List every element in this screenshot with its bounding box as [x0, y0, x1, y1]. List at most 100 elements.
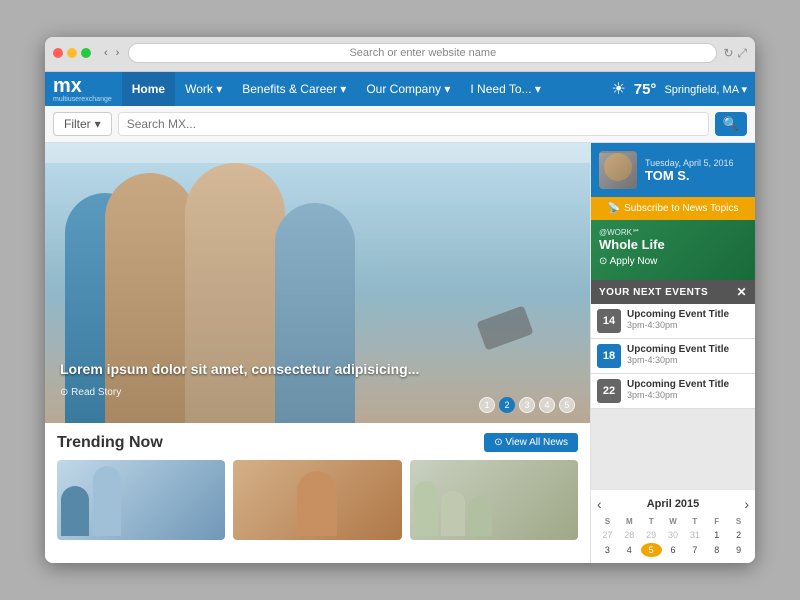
search-input[interactable]	[127, 117, 700, 131]
subscribe-label: Subscribe to News Topics	[624, 203, 738, 214]
page-4[interactable]: 4	[539, 397, 555, 413]
event-item-2[interactable]: 22Upcoming Event Title3pm-4:30pm	[591, 374, 755, 409]
cal-header-S: S	[728, 516, 749, 527]
cal-day-1-2[interactable]: 5	[641, 543, 662, 557]
page-1[interactable]: 1	[479, 397, 495, 413]
hero-section: Lorem ipsum dolor sit amet, consectetur …	[45, 143, 590, 423]
weather-icon: ☀	[611, 79, 625, 99]
avatar-image	[599, 153, 637, 189]
event-date-1: 18	[597, 344, 621, 368]
minimize-button[interactable]	[67, 48, 77, 58]
read-story-link[interactable]: ⊙ Read Story	[60, 387, 121, 398]
browser-chrome: ‹ › Search or enter website name ↻⤢	[45, 37, 755, 72]
user-info: Tuesday, April 5, 2016 TOM S.	[645, 158, 734, 183]
left-panel: Lorem ipsum dolor sit amet, consectetur …	[45, 143, 590, 563]
user-name: TOM S.	[645, 168, 734, 183]
nav-home[interactable]: Home	[122, 72, 175, 106]
cal-header-F: F	[706, 516, 727, 527]
event-info-1: Upcoming Event Title3pm-4:30pm	[627, 344, 729, 365]
right-panel: Tuesday, April 5, 2016 TOM S. 📡 Subscrib…	[590, 143, 755, 563]
cal-day-1-0[interactable]: 3	[597, 543, 618, 557]
cal-day-0-1: 28	[619, 528, 640, 542]
cal-header-W: W	[663, 516, 684, 527]
event-info-0: Upcoming Event Title3pm-4:30pm	[627, 309, 729, 330]
event-item-1[interactable]: 18 Upcoming Event Title3pm-4:30pm	[591, 339, 755, 374]
read-story-icon: ⊙	[60, 387, 68, 398]
trending-images	[57, 460, 578, 540]
cal-day-0-6[interactable]: 2	[728, 528, 749, 542]
main-content: Lorem ipsum dolor sit amet, consectetur …	[45, 143, 755, 563]
events-section-title: YOUR NEXT EVENTS	[599, 287, 708, 298]
search-icon: 🔍	[723, 116, 739, 131]
maximize-button[interactable]	[81, 48, 91, 58]
cal-day-0-0: 27	[597, 528, 618, 542]
nav-right: ☀ 75° Springfield, MA ▾	[611, 79, 747, 99]
subscribe-icon: 📡	[608, 203, 620, 214]
next-events-section: YOUR NEXT EVENTS ✕ 14Upcoming Event Titl…	[591, 280, 755, 490]
trending-image-3	[410, 460, 578, 540]
event-item-0[interactable]: 14Upcoming Event Title3pm-4:30pm	[591, 304, 755, 339]
event-time-0: 3pm-4:30pm	[627, 320, 729, 330]
cal-header-M: M	[619, 516, 640, 527]
cal-day-1-3[interactable]: 6	[663, 543, 684, 557]
mini-calendar: ‹ April 2015 › SMTWTFS272829303112345678…	[591, 490, 755, 563]
calendar-month-year: April 2015	[647, 498, 700, 510]
nav-bar: mx multiuserexchange Home Work ▾ Benefit…	[45, 72, 755, 106]
filter-label: Filter	[64, 117, 91, 131]
wl-tag: @WORK℠	[599, 228, 747, 237]
wl-text: @WORK℠ Whole Life	[599, 228, 747, 252]
chevron-down-icon: ▾	[95, 117, 101, 131]
cal-day-1-6[interactable]: 9	[728, 543, 749, 557]
cal-day-1-4[interactable]: 7	[684, 543, 705, 557]
events-close-button[interactable]: ✕	[736, 285, 747, 299]
chrome-icons: ↻⤢	[723, 46, 747, 61]
search-input-wrap	[118, 112, 709, 136]
subscribe-button[interactable]: 📡 Subscribe to News Topics	[591, 197, 755, 220]
events-header: YOUR NEXT EVENTS ✕	[591, 280, 755, 304]
trending-title: Trending Now	[57, 434, 163, 452]
temperature: 75°	[634, 81, 657, 98]
calendar-next-button[interactable]: ›	[744, 496, 749, 512]
calendar-grid: SMTWTFS2728293031123456789	[597, 516, 749, 557]
user-date: Tuesday, April 5, 2016	[645, 158, 734, 168]
read-story-label: Read Story	[71, 387, 121, 398]
cal-day-0-3: 30	[663, 528, 684, 542]
calendar-prev-button[interactable]: ‹	[597, 496, 602, 512]
pagination: 1 2 3 4 5	[479, 397, 575, 413]
events-list: 14Upcoming Event Title3pm-4:30pm 18 Upcomi…	[591, 304, 755, 409]
cal-day-1-5[interactable]: 8	[706, 543, 727, 557]
page-5[interactable]: 5	[559, 397, 575, 413]
back-button[interactable]: ‹	[101, 46, 111, 60]
address-bar[interactable]: Search or enter website name	[128, 43, 717, 63]
hero-caption: Lorem ipsum dolor sit amet, consectetur …	[60, 360, 419, 378]
event-title-1: Upcoming Event Title	[627, 344, 729, 355]
page-3[interactable]: 3	[519, 397, 535, 413]
page-2[interactable]: 2	[499, 397, 515, 413]
filter-button[interactable]: Filter ▾	[53, 112, 112, 136]
cal-day-1-1[interactable]: 4	[619, 543, 640, 557]
hero-background	[45, 143, 590, 423]
cal-header-T: T	[641, 516, 662, 527]
forward-button[interactable]: ›	[113, 46, 123, 60]
logo-main: mx	[53, 76, 112, 96]
cal-header-S: S	[597, 516, 618, 527]
search-button[interactable]: 🔍	[715, 112, 747, 136]
event-time-1: 3pm-4:30pm	[627, 355, 729, 365]
location[interactable]: Springfield, MA ▾	[664, 83, 747, 96]
event-title-0: Upcoming Event Title	[627, 309, 729, 320]
apply-button[interactable]: ⊙ Apply Now	[599, 256, 657, 267]
nav-company[interactable]: Our Company ▾	[356, 72, 460, 106]
event-info-2: Upcoming Event Title3pm-4:30pm	[627, 379, 729, 400]
calendar-header: ‹ April 2015 ›	[597, 496, 749, 512]
view-all-button[interactable]: ⊙ View All News	[484, 433, 578, 452]
cal-day-0-5[interactable]: 1	[706, 528, 727, 542]
cal-day-0-4: 31	[684, 528, 705, 542]
close-button[interactable]	[53, 48, 63, 58]
cal-day-0-2: 29	[641, 528, 662, 542]
nav-work[interactable]: Work ▾	[175, 72, 232, 106]
nav-need[interactable]: I Need To... ▾	[460, 72, 551, 106]
search-bar: Filter ▾ 🔍	[45, 106, 755, 143]
wl-title: Whole Life	[599, 237, 747, 252]
logo[interactable]: mx multiuserexchange	[53, 76, 112, 103]
nav-benefits[interactable]: Benefits & Career ▾	[232, 72, 356, 106]
